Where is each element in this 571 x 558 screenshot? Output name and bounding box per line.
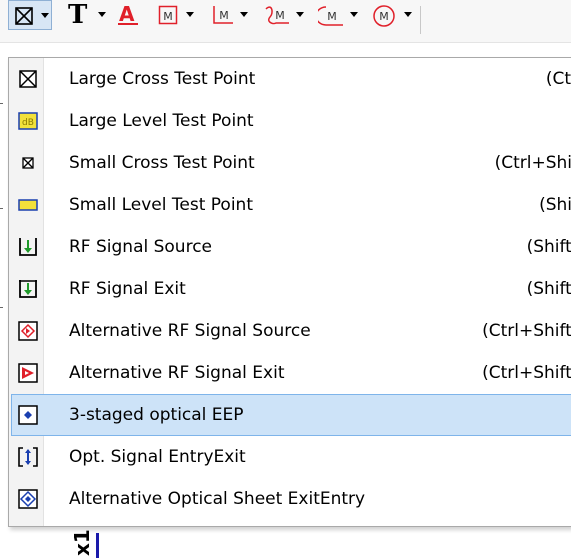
svg-text:M: M [327,10,337,23]
menu-item-shortcut: (Ctrl+Shif [494,153,571,173]
m-box-tool-button[interactable]: M [152,0,196,30]
menu-item-label: Small Cross Test Point [69,153,255,173]
text-tool-button[interactable]: T [64,0,108,30]
opt-entry-exit-icon [18,447,38,467]
canvas-line-fragment [0,307,3,308]
m-box-icon: M [158,5,178,29]
menu-item-large-cross-test-point[interactable]: Large Cross Test Point (Ctr [11,58,571,100]
menu-item-shortcut: (Shift- [526,237,571,257]
svg-text:A: A [119,2,135,26]
canvas-line-fragment [96,533,99,558]
m-circle-icon: M [372,4,396,32]
dropdown-arrow-icon[interactable] [41,13,49,18]
rf-exit-icon [18,279,38,299]
canvas-label-fragment: x1 [70,529,94,556]
optical-eep-icon [18,405,38,425]
menu-item-label: Alternative RF Signal Source [69,321,311,341]
m-line-icon: M [212,5,234,29]
dropdown-arrow-icon[interactable] [98,12,106,17]
m-circle-tool-button[interactable]: M [368,0,414,30]
svg-text:M: M [379,10,389,23]
menu-item-shortcut: (Ctr [545,69,571,89]
cross-box-tool-button[interactable] [8,0,52,30]
menu-item-rf-signal-source[interactable]: RF Signal Source (Shift- [11,226,571,268]
svg-text:M: M [219,9,229,22]
menu-item-opt-signal-entryexit[interactable]: Opt. Signal EntryExit [11,436,571,478]
dropdown-arrow-icon[interactable] [404,12,412,17]
menu-item-small-cross-test-point[interactable]: Small Cross Test Point (Ctrl+Shif [11,142,571,184]
menu-item-rf-signal-exit[interactable]: RF Signal Exit (Shift- [11,268,571,310]
menu-item-label: Large Cross Test Point [69,69,256,89]
red-a-text-icon: A [116,2,140,30]
menu-item-alternative-rf-signal-exit[interactable]: Alternative RF Signal Exit (Ctrl+Shift- [11,352,571,394]
canvas-line-fragment [0,208,3,209]
menu-item-label: Alternative Optical Sheet ExitEntry [69,489,366,509]
dropdown-arrow-icon[interactable] [186,12,194,17]
menu-item-alternative-optical-sheet-exitentry[interactable]: Alternative Optical Sheet ExitEntry [11,478,571,520]
menu-item-shortcut: (Shift- [526,279,571,299]
svg-text:M: M [163,10,173,23]
small-level-icon [18,195,38,215]
m-arc-icon: M [315,5,344,31]
menu-item-shortcut: (Ctrl+Shift- [482,321,571,341]
menu-item-label: Opt. Signal EntryExit [69,447,246,467]
dropdown-arrow-icon[interactable] [350,12,358,17]
canvas-line-fragment [0,103,3,104]
cross-box-icon [15,7,33,29]
menu-item-small-level-test-point[interactable]: Small Level Test Point (Shif [11,184,571,226]
m-line-tool-button[interactable]: M [206,0,250,30]
svg-text:M: M [275,9,285,22]
menu-item-label: Small Level Test Point [69,195,253,215]
menu-item-alternative-rf-signal-source[interactable]: Alternative RF Signal Source (Ctrl+Shift… [11,310,571,352]
menu-item-shortcut: (Ctrl+Shift- [482,363,571,383]
dropdown-arrow-icon[interactable] [296,12,304,17]
toolbar: T A M M M M M [0,0,571,43]
red-a-text-tool-button[interactable]: A [112,0,142,30]
menu-item-large-level-test-point[interactable]: dB Large Level Test Point [11,100,571,142]
small-cross-icon [18,153,38,173]
svg-text:dB: dB [22,118,34,128]
m-curve-tool-button[interactable]: M [260,0,306,30]
m-curve-icon: M [264,5,290,31]
m-arc-tool-button[interactable]: M [314,0,360,30]
menu-item-3-staged-optical-eep[interactable]: 3-staged optical EEP [11,394,571,436]
dropdown-arrow-icon[interactable] [240,12,248,17]
large-cross-icon [18,69,38,89]
alt-rf-exit-icon [18,363,38,383]
alt-rf-source-icon [18,321,38,341]
menu-item-label: 3-staged optical EEP [69,405,244,425]
menu-item-label: Large Level Test Point [69,111,254,131]
rf-source-icon [18,237,38,257]
menu-item-label: RF Signal Exit [69,279,186,299]
menu-item-label: RF Signal Source [69,237,213,257]
menu-item-shortcut: (Shif [539,195,571,215]
toolbar-separator [420,6,421,34]
test-point-dropdown-menu: Large Cross Test Point (Ctr dB Large Lev… [8,57,571,527]
menu-item-label: Alternative RF Signal Exit [69,363,285,383]
text-t-icon: T [68,0,88,30]
alt-optical-sheet-icon [18,489,38,509]
large-level-icon: dB [18,111,38,131]
